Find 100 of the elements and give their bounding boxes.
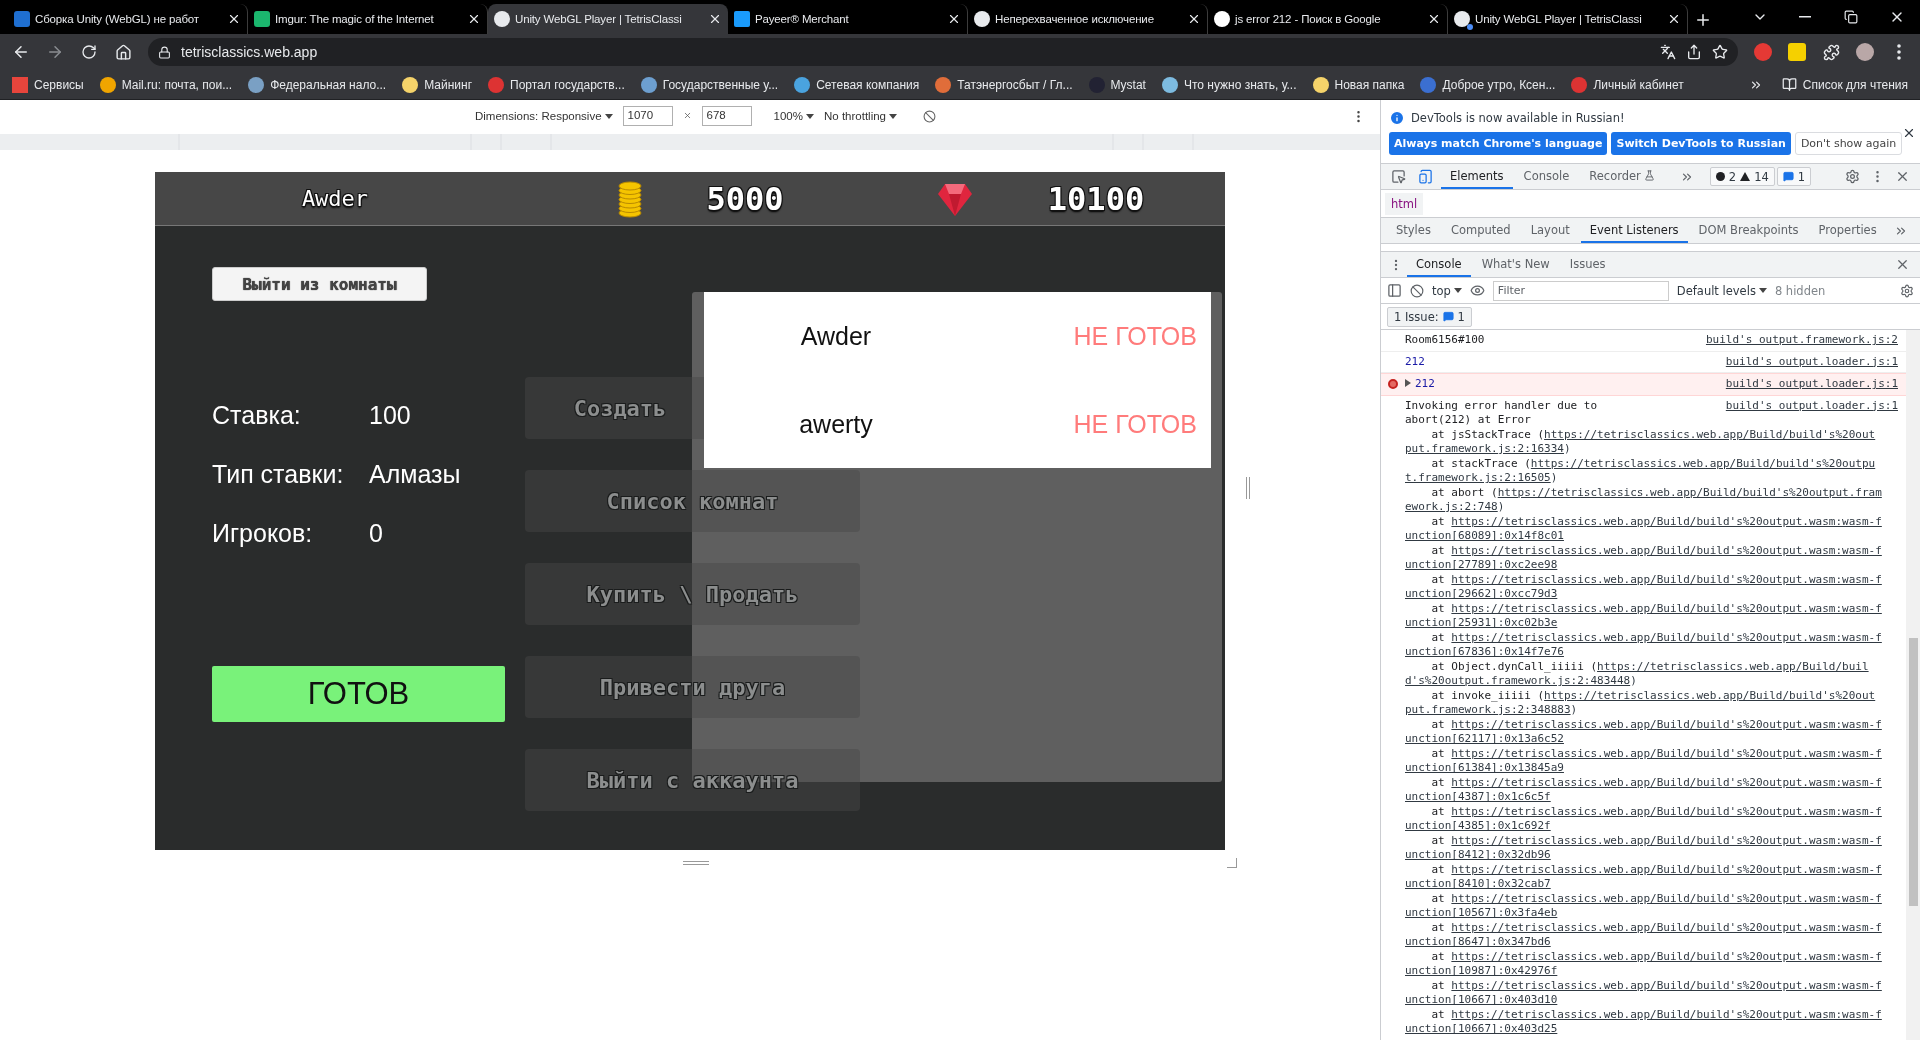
menu-button[interactable]: Выйти с аккаунта	[525, 749, 860, 811]
resize-handle[interactable]	[1246, 477, 1250, 499]
sidebar-tab[interactable]: Layout	[1521, 218, 1579, 243]
sidebar-tab[interactable]: Styles	[1387, 218, 1440, 243]
caret-icon	[806, 113, 814, 119]
bookmark-item[interactable]: Сетевая компания	[794, 76, 920, 93]
levels-dropdown[interactable]: Default levels	[1676, 283, 1767, 298]
bookmark-item[interactable]: Татэнергосбыт / Гл...	[935, 76, 1073, 93]
source-link[interactable]: build's output.loader.js:1	[1725, 377, 1898, 392]
devtools-tab[interactable]: Elements	[1441, 164, 1513, 189]
share-icon[interactable]	[1686, 44, 1702, 60]
drawer-tab[interactable]: What's New	[1472, 252, 1559, 277]
stack-frame[interactable]: at abort (https://tetrisclassics.web.app/Build/build's%20output.framework.js:2:748)	[1405, 485, 1882, 515]
resize-handle[interactable]	[683, 861, 709, 865]
stack-frame[interactable]: at Object.dynCall_iiiii (https://tetrisclassics.web.app/Build/build's%20output.framework.js:2:483448)	[1405, 659, 1882, 689]
site-icon	[794, 76, 811, 93]
eye-icon[interactable]	[1469, 283, 1485, 298]
close-icon[interactable]	[1667, 12, 1681, 26]
coin-stack-icon	[618, 178, 642, 219]
stack-frame[interactable]: at invoke_iiiii (https://tetrisclassics.web.app/Build/build's%20output.framework.js:2:348883)	[1405, 688, 1882, 718]
caret-icon	[1453, 288, 1462, 293]
sidebar-tab[interactable]: Event Listeners	[1580, 218, 1688, 243]
settings-icon[interactable]	[1900, 283, 1914, 298]
close-icon[interactable]	[708, 12, 722, 26]
throttling-dropdown[interactable]: No throttling	[824, 110, 897, 122]
notice-button[interactable]: Switch DevTools to Russian	[1611, 132, 1791, 155]
source-link[interactable]: build's output.framework.js:2	[1705, 333, 1898, 348]
devtools-tab[interactable]: Console	[1514, 164, 1579, 189]
bookmark-item[interactable]: Федеральная нало...	[248, 76, 387, 93]
console-message: 212	[1405, 354, 1425, 368]
menu-button[interactable]: Привести друга	[525, 656, 860, 718]
site-icon	[14, 11, 30, 27]
bookmark-item[interactable]: Mystat	[1088, 76, 1146, 93]
bookmark-item[interactable]: Личный кабинет	[1571, 76, 1684, 93]
close-icon[interactable]	[227, 12, 241, 26]
source-link[interactable]: build's output.loader.js:1	[1725, 398, 1898, 413]
messages-counter[interactable]: 1	[1776, 167, 1812, 186]
inspect-icon[interactable]	[1391, 169, 1406, 184]
reading-list-button[interactable]: Список для чтения	[1781, 77, 1908, 92]
player-name: Awder	[800, 321, 872, 351]
sidebar-tab[interactable]: DOM Breakpoints	[1689, 218, 1808, 243]
drawer-tab[interactable]: Console	[1407, 252, 1471, 277]
drawer-tab[interactable]: Issues	[1560, 252, 1615, 277]
site-icon	[1161, 76, 1178, 93]
translate-icon[interactable]	[1660, 44, 1676, 60]
bookmark-item[interactable]: Новая папка	[1312, 76, 1405, 93]
device-toolbar-icon[interactable]	[1418, 169, 1433, 184]
site-icon	[248, 76, 265, 93]
issues-button[interactable]: 1 Issue: 1	[1387, 306, 1472, 327]
sidebar-tab[interactable]: Properties	[1809, 218, 1886, 243]
problems-counter[interactable]: 2 14	[1709, 167, 1775, 186]
close-icon[interactable]	[1427, 12, 1441, 26]
notice-button[interactable]: Always match Chrome's language	[1389, 132, 1608, 155]
devtools-tab[interactable]: Recorder	[1580, 164, 1664, 189]
menu-button[interactable]: Купить \ Продать	[525, 563, 860, 625]
site-icon	[402, 76, 419, 93]
kebab-icon	[1897, 44, 1901, 60]
bookmark-item[interactable]: Доброе утро, Ксен...	[1420, 76, 1556, 93]
close-icon[interactable]	[1187, 12, 1201, 26]
bookmark-item[interactable]: Портал государств...	[488, 76, 625, 93]
stack-frame[interactable]: at https://tetrisclassics.web.app/Build/build's%20output.wasm:wasm-function[10667]:0x403d25	[1405, 1007, 1882, 1037]
game-canvas[interactable]: Awder 5000 10100 Выйти из комнаты Ставка: 100 Тип ставки: Алмазы Игроков: 0 ГОТОВ Создать Список комнат Купить \ Продать Привести друга Выйти с аккаунта Awder НЕ ГОТОВ awerty НЕ ГОТОВ	[155, 172, 1225, 850]
bookmark-item[interactable]: Майнинг	[402, 76, 473, 93]
caret-icon	[1758, 288, 1767, 293]
sidebar-toggle-icon[interactable]	[1387, 283, 1402, 298]
site-icon	[99, 76, 116, 93]
stat-value: 0	[369, 518, 384, 548]
bookmark-item[interactable]: Сервисы	[12, 76, 84, 93]
breadcrumb-item[interactable]: html	[1385, 192, 1424, 215]
filter-field[interactable]: Filter	[1492, 280, 1669, 301]
bookmark-star-icon[interactable]	[1712, 44, 1728, 60]
puzzle-icon	[1822, 43, 1840, 61]
address-bar[interactable]: tetrisclassics.web.app	[148, 38, 1738, 66]
stack-frame[interactable]: at jsStackTrace (https://tetrisclassics.web.app/Build/build's%20output.framework.js:2:16334)	[1405, 427, 1882, 457]
close-icon[interactable]	[467, 12, 481, 26]
context-dropdown[interactable]: top	[1432, 283, 1462, 298]
extension-icon	[1788, 43, 1806, 61]
bookmark-item[interactable]: Государственные у...	[640, 76, 779, 93]
notice-button[interactable]: Don't show again	[1794, 132, 1903, 155]
close-icon[interactable]	[947, 12, 961, 26]
resize-corner-icon[interactable]	[1227, 858, 1237, 868]
dimensions-dropdown[interactable]: Dimensions: Responsive	[475, 110, 613, 122]
browser-tab[interactable]: Unity WebGL Player | TetrisClassi	[488, 4, 728, 34]
bookmark-item[interactable]: Что нужно знать, у...	[1161, 76, 1297, 93]
width-field[interactable]: 1070	[622, 106, 673, 126]
leave-room-button[interactable]: Выйти из комнаты	[212, 267, 427, 301]
settings-icon[interactable]	[1845, 169, 1860, 184]
extension-icon	[1754, 43, 1772, 61]
expand-triangle-icon[interactable]	[1405, 379, 1411, 387]
zoom-dropdown[interactable]: 100%	[773, 110, 814, 122]
scrollbar[interactable]	[1906, 330, 1920, 1040]
source-link[interactable]: build's output.loader.js:1	[1725, 354, 1898, 369]
stack-frame[interactable]: at stackTrace (https://tetrisclassics.web.app/Build/build's%20output.framework.js:2:16505)	[1405, 456, 1882, 486]
height-field[interactable]: 678	[701, 106, 752, 126]
bookmark-item[interactable]: Mail.ru: почта, пои...	[99, 76, 233, 93]
clear-console-icon[interactable]	[1410, 283, 1424, 298]
sidebar-tab[interactable]: Computed	[1441, 218, 1520, 243]
menu-button[interactable]: Список комнат	[525, 470, 860, 532]
ready-button[interactable]: ГОТОВ	[212, 666, 505, 722]
avatar-icon	[1856, 43, 1874, 61]
